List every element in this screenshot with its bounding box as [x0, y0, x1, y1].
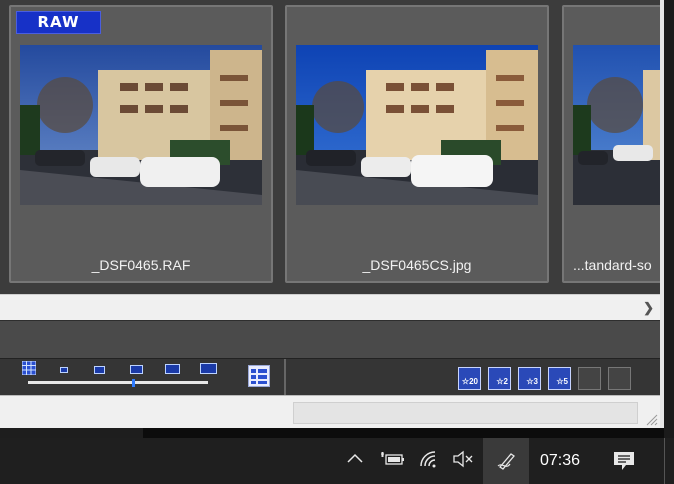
taskbar: 07:36	[0, 438, 674, 484]
window-edge	[660, 0, 664, 428]
rating-filter-5-button[interactable]: ☆5	[548, 367, 571, 390]
raw-badge: RAW	[16, 11, 101, 34]
size-3-icon[interactable]	[130, 365, 143, 374]
thumbnail-image-1[interactable]	[20, 45, 262, 205]
preview-panel	[0, 320, 660, 358]
horizontal-scrollbar[interactable]: ❯	[0, 294, 660, 320]
rating-filter-3-button[interactable]: ☆3	[518, 367, 541, 390]
thumbnail-card-1[interactable]: RAW _DSF0465.RAF	[9, 5, 273, 283]
thumbnail-filename-1: _DSF0465.RAF	[91, 257, 191, 273]
battery-icon[interactable]	[380, 450, 406, 473]
list-view-button[interactable]	[248, 365, 270, 387]
thumbnail-image-3[interactable]	[573, 45, 664, 205]
wifi-icon[interactable]	[418, 450, 440, 473]
desktop-strip	[0, 428, 143, 438]
thumbnail-filename-2: _DSF0465CS.jpg	[362, 257, 472, 273]
thumbnail-card-3[interactable]: ...tandard-so	[562, 5, 664, 283]
show-desktop-divider[interactable]	[664, 438, 665, 484]
status-bar	[0, 395, 660, 428]
size-1-icon[interactable]	[60, 367, 68, 373]
rating-filter-20-button[interactable]: ☆20	[458, 367, 481, 390]
browser-window: RAW _DSF0465.RAF _DSF0465CS.jpg ...tanda…	[0, 0, 664, 428]
grid-view-icon[interactable]	[21, 360, 37, 376]
window-shadow	[143, 428, 664, 438]
scroll-right-icon[interactable]: ❯	[643, 300, 654, 316]
size-5-icon[interactable]	[200, 363, 217, 374]
toolbar-divider	[284, 359, 286, 395]
rating-filter-2-button[interactable]: ☆2	[488, 367, 511, 390]
size-4-icon[interactable]	[165, 364, 180, 374]
pen-icon[interactable]	[496, 450, 518, 475]
thumbnail-size-slider[interactable]	[28, 381, 208, 384]
view-toolbar: ☆20 ☆2 ☆3 ☆5	[0, 358, 660, 395]
disabled-filter-button-1[interactable]	[578, 367, 601, 390]
volume-muted-icon[interactable]	[452, 450, 474, 473]
thumbnail-filename-3: ...tandard-so	[573, 257, 652, 273]
thumbnail-image-2[interactable]	[296, 45, 538, 205]
clock[interactable]: 07:36	[540, 452, 580, 470]
status-field	[293, 402, 638, 424]
notifications-icon[interactable]	[612, 450, 636, 477]
resize-grip-icon[interactable]	[644, 412, 658, 426]
thumbnail-grid: RAW _DSF0465.RAF _DSF0465CS.jpg ...tanda…	[0, 0, 664, 294]
thumbnail-card-2[interactable]: _DSF0465CS.jpg	[285, 5, 549, 283]
size-2-icon[interactable]	[94, 366, 105, 374]
slider-handle[interactable]	[132, 379, 135, 387]
disabled-filter-button-2[interactable]	[608, 367, 631, 390]
chevron-up-icon[interactable]	[346, 450, 364, 473]
